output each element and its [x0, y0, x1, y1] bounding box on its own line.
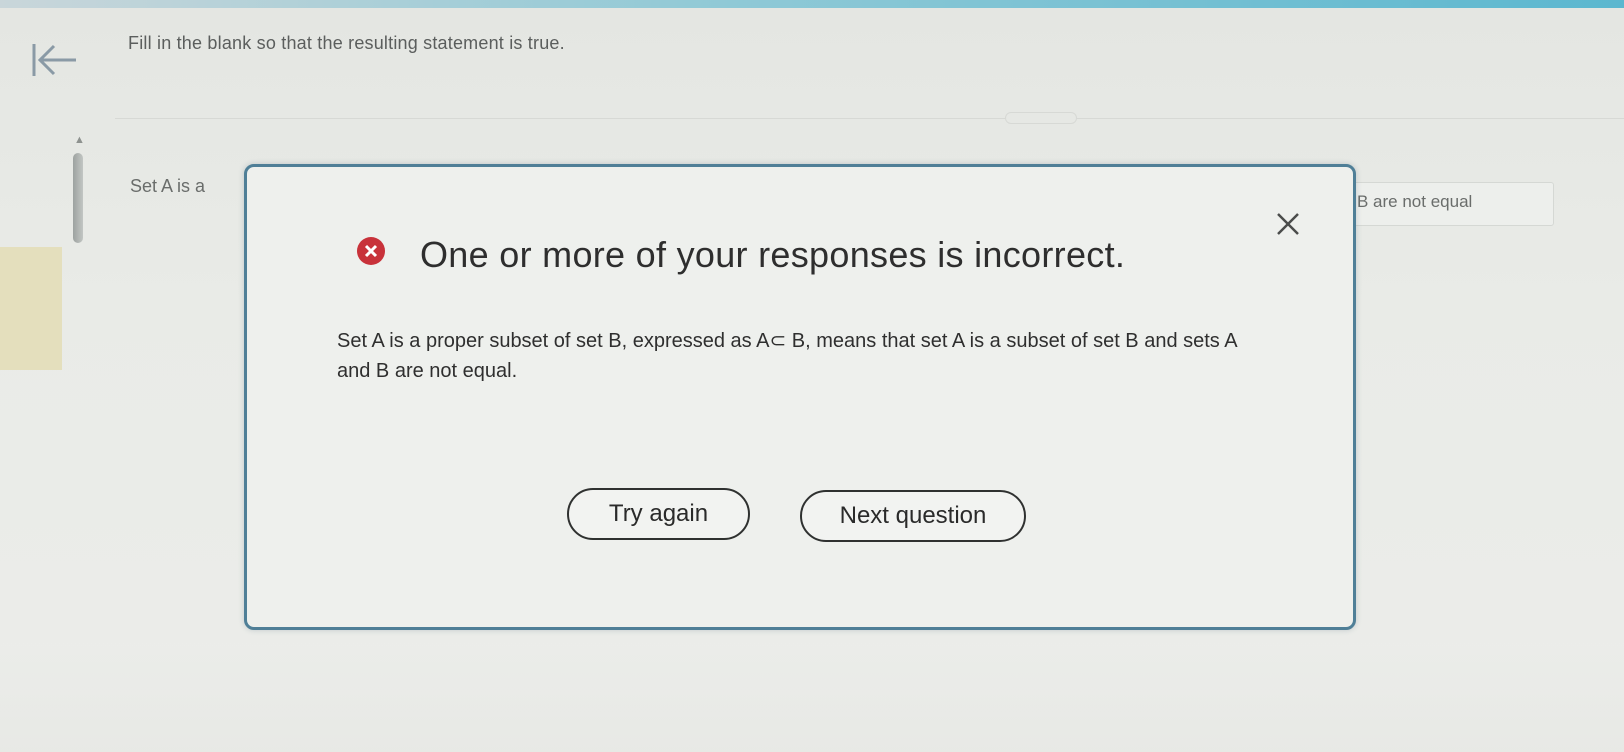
back-arrow-icon — [30, 40, 80, 80]
top-accent-bar — [0, 0, 1624, 8]
dialog-explanation: Set A is a proper subset of set B, expre… — [337, 330, 1237, 382]
question-suffix: B are not equal — [1357, 192, 1473, 211]
side-highlight-panel — [0, 247, 62, 370]
next-question-button[interactable]: Next question — [800, 490, 1026, 542]
divider-handle[interactable] — [1005, 112, 1077, 124]
try-again-button[interactable]: Try again — [567, 488, 750, 540]
dialog-title: One or more of your responses is incorre… — [420, 234, 1126, 275]
error-icon — [356, 236, 386, 266]
back-button[interactable] — [30, 40, 80, 80]
bottom-shade — [0, 640, 1624, 752]
side-marker: ▲ — [74, 134, 85, 146]
instruction-text: Fill in the blank so that the resulting … — [128, 33, 565, 53]
close-button[interactable] — [1270, 206, 1306, 242]
question-prefix: Set A is a — [130, 176, 206, 196]
side-scrollbar[interactable] — [73, 153, 83, 243]
divider — [115, 118, 1624, 119]
close-icon — [1270, 206, 1306, 242]
